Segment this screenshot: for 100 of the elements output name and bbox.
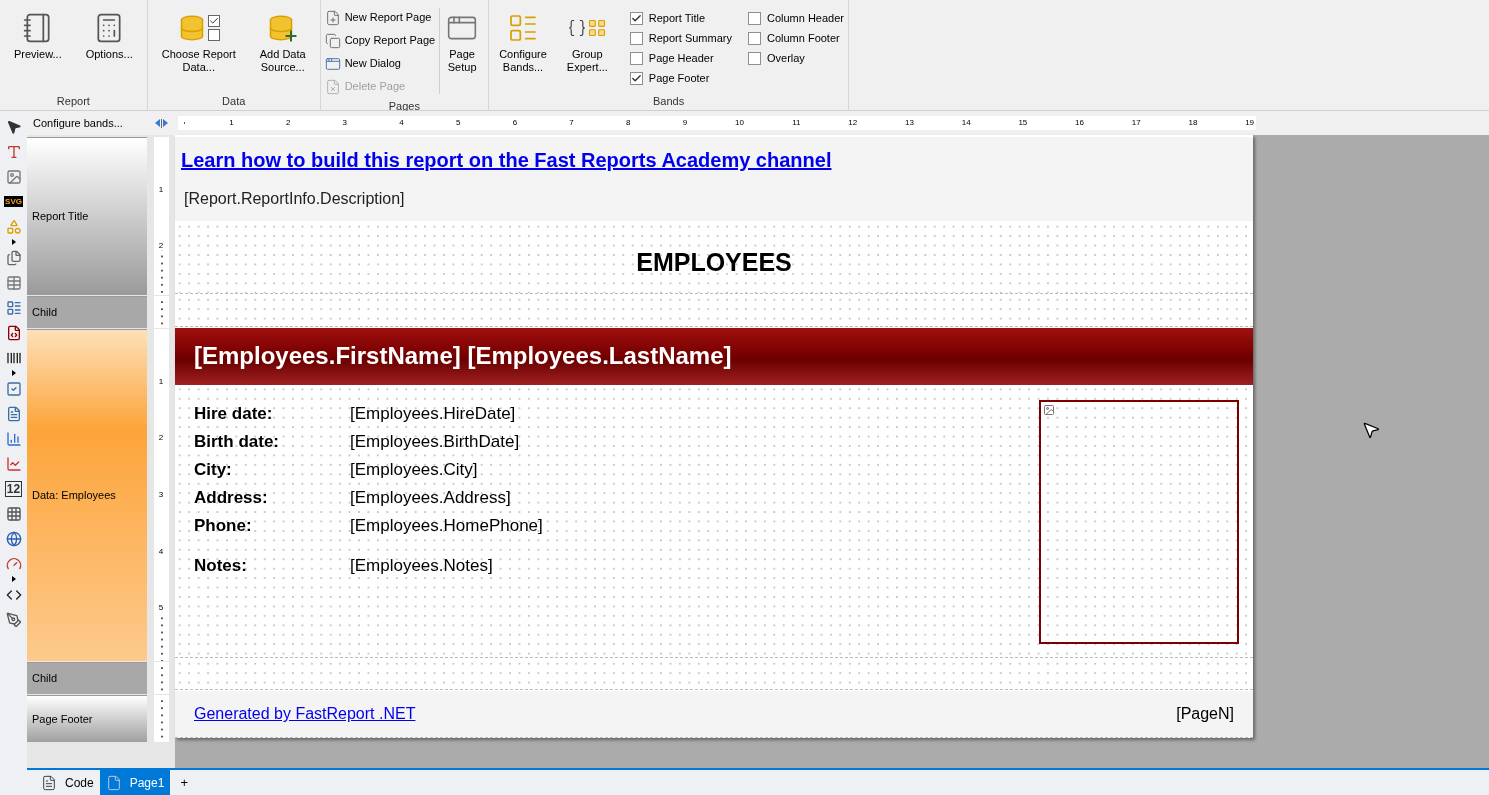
group-label: Report — [55, 94, 91, 109]
band-label[interactable]: Page Footer — [27, 695, 147, 742]
band-label[interactable]: Data: Employees — [27, 329, 147, 661]
delete-page-icon — [324, 78, 341, 95]
text-icon[interactable] — [5, 143, 22, 160]
ruler-number: 12 — [847, 117, 859, 129]
band-label[interactable]: Child — [27, 296, 147, 328]
ruler-number: 15 — [1017, 117, 1029, 129]
checkbox[interactable] — [629, 31, 643, 45]
ruler-number: 17 — [1130, 117, 1142, 129]
field-value: [Employees.Notes] — [350, 555, 493, 577]
globe-icon[interactable] — [5, 530, 22, 547]
configure-bands-label[interactable]: Configure bands... — [27, 114, 147, 132]
ruler-number: 11 — [791, 117, 802, 129]
field-label: Birth date: — [194, 431, 280, 453]
picture-icon[interactable] — [5, 168, 22, 185]
ruler-number: 3 — [341, 117, 349, 129]
group-label: Data — [221, 94, 247, 109]
matrix-icon[interactable] — [5, 299, 22, 316]
group-label: Pages — [387, 99, 421, 114]
field-value: [Employees.HomePhone] — [350, 515, 543, 537]
field-label: Address: — [194, 487, 269, 509]
dialog-icon — [324, 55, 341, 72]
digital-number-icon[interactable]: 12 — [4, 480, 23, 497]
field-label: Hire date: — [194, 403, 274, 425]
ruler-number: 2 — [284, 117, 292, 129]
field-value: [Employees.Address] — [350, 487, 511, 509]
files-icon[interactable] — [5, 249, 22, 266]
band-label[interactable]: Report Title — [27, 137, 147, 295]
page-tab[interactable]: Code — [35, 770, 100, 795]
expand-arrow-icon[interactable] — [11, 370, 16, 376]
rich-text-icon[interactable] — [5, 405, 22, 422]
report-description: [Report.ReportInfo.Description] — [183, 189, 406, 209]
ruler-number: 13 — [904, 117, 915, 129]
add-tab-button[interactable]: + — [170, 770, 198, 795]
checkbox-label: Overlay — [766, 50, 805, 66]
ribbon-button[interactable]: Add Data Source... — [253, 4, 312, 74]
field-label: City: — [194, 459, 233, 481]
page-icon — [105, 774, 122, 791]
sparkline-icon[interactable] — [5, 455, 22, 472]
field-value: [Employees.City] — [350, 459, 478, 481]
checkbox-label: Report Summary — [648, 30, 732, 46]
code-file-icon — [41, 774, 57, 791]
crossview-icon[interactable] — [5, 324, 22, 341]
group-label: Bands — [651, 94, 686, 109]
ruler-number: 10 — [733, 117, 745, 129]
ruler-number: 6 — [511, 117, 519, 129]
ribbon-button[interactable]: Preview... — [8, 4, 68, 61]
ribbon-menu-item[interactable]: New Report Page — [324, 6, 436, 29]
checkbox-label: Column Footer — [766, 30, 840, 46]
ribbon-button[interactable]: Choose Report Data... — [155, 4, 242, 74]
collapse-arrows-icon[interactable] — [155, 118, 168, 128]
checkbox[interactable] — [747, 51, 761, 65]
ribbon-menu-item[interactable]: New Dialog — [324, 52, 436, 75]
page-tab[interactable]: Page1 — [99, 770, 171, 795]
ruler-number: 14 — [960, 117, 972, 129]
field-value: [Employees.HireDate] — [350, 403, 516, 425]
ruler-number: 19 — [1244, 117, 1256, 129]
ribbon-button[interactable]: Configure Bands... — [493, 4, 553, 88]
table-icon[interactable] — [5, 274, 22, 291]
ribbon-button[interactable]: Group Expert... — [560, 4, 614, 88]
pen-icon[interactable] — [5, 611, 22, 628]
expand-arrow-icon[interactable] — [11, 576, 16, 582]
bands-icon — [507, 12, 539, 44]
ruler-number: 4 — [398, 117, 405, 129]
fastreport-link[interactable]: Generated by FastReport .NET — [194, 702, 416, 727]
svg-icon[interactable]: SVG — [4, 196, 23, 207]
ruler-number: 3 — [158, 442, 164, 500]
ruler-number: 9 — [681, 117, 689, 129]
checkbox[interactable] — [629, 11, 643, 25]
copy-icon — [324, 32, 341, 49]
field-value: [Employees.BirthDate] — [350, 431, 520, 453]
gauge-icon[interactable] — [5, 555, 22, 572]
chart-icon[interactable] — [5, 430, 22, 447]
ruler-number: 18 — [1187, 117, 1199, 129]
checkbox[interactable] — [629, 71, 643, 85]
cellular-text-icon[interactable] — [5, 505, 22, 522]
academy-link[interactable]: Learn how to build this report on the Fast Reports Academy channel — [181, 145, 1247, 175]
picture-icon — [1043, 403, 1055, 416]
field-label: Notes: — [194, 555, 248, 577]
new-page-icon — [324, 9, 341, 26]
ruler-number: 1 — [228, 117, 235, 129]
checkbox[interactable] — [747, 11, 761, 25]
ruler-number: 7 — [568, 117, 575, 129]
ribbon-button[interactable]: Options... — [79, 4, 139, 61]
band-label[interactable]: Child — [27, 662, 147, 694]
checkbox-label: Column Header — [766, 10, 844, 26]
mouse-cursor-icon — [1361, 420, 1381, 440]
checkbox[interactable] — [747, 31, 761, 45]
ribbon-button[interactable]: Page Setup — [440, 4, 485, 98]
expand-arrow-icon[interactable] — [11, 239, 16, 245]
checkbox-label: Page Footer — [648, 70, 710, 86]
ruler-number: 16 — [1074, 117, 1085, 129]
pointer-icon[interactable] — [5, 118, 22, 135]
ribbon-menu-item[interactable]: Copy Report Page — [324, 29, 436, 52]
checkbox[interactable] — [629, 51, 643, 65]
field-label: Phone: — [194, 515, 253, 537]
checkbox-label: Report Title — [648, 10, 706, 26]
checkbox-label: Page Header — [648, 50, 714, 66]
checkbox-icon[interactable] — [5, 380, 22, 397]
